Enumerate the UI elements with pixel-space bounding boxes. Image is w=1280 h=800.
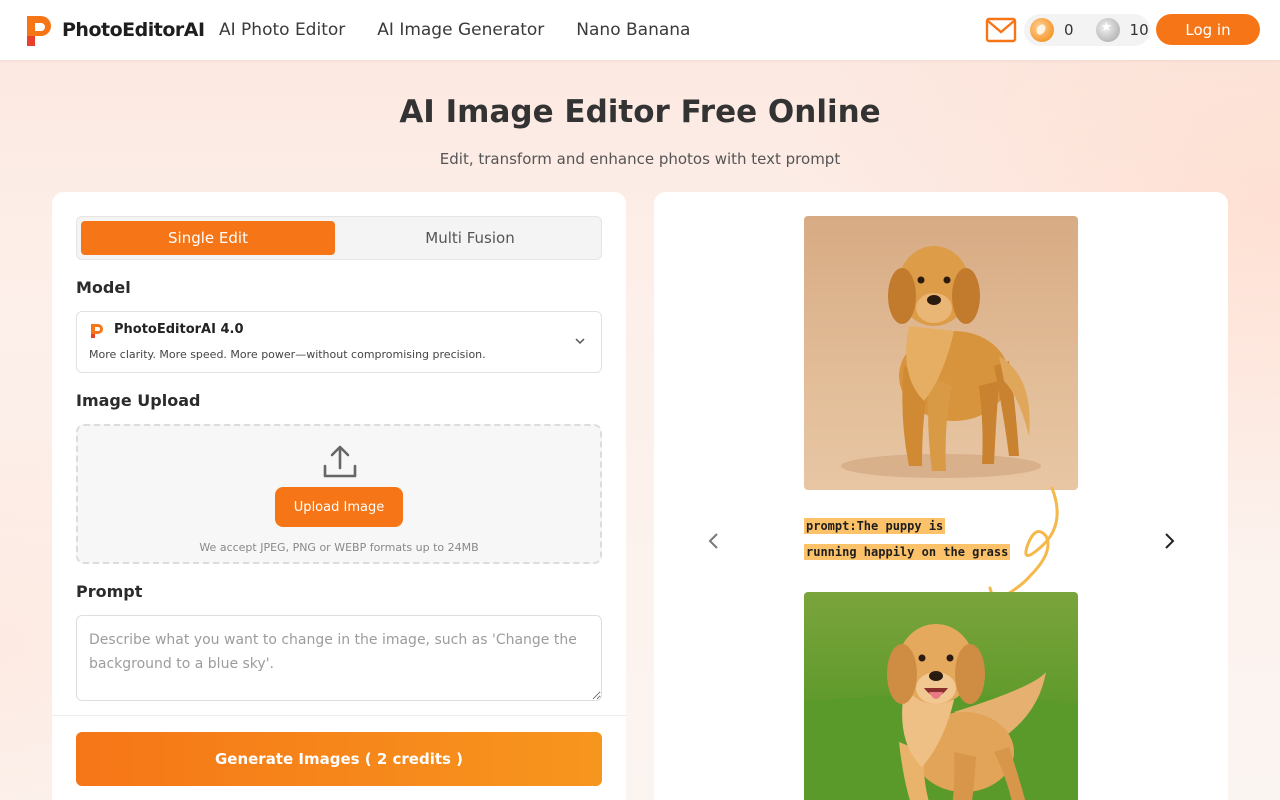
nav-ai-photo-editor[interactable]: AI Photo Editor [219, 20, 345, 40]
mode-tabs: Single Edit Multi Fusion [76, 216, 602, 260]
main-nav: AI Photo Editor AI Image Generator Nano … [219, 0, 722, 60]
brand-name: PhotoEditorAI [62, 19, 205, 41]
curved-arrow-icon [988, 486, 1059, 604]
mail-icon[interactable] [985, 14, 1017, 46]
next-arrow-icon[interactable] [1161, 531, 1177, 551]
divider [52, 715, 626, 716]
page-subtitle: Edit, transform and enhance photos with … [439, 150, 841, 168]
model-select[interactable]: PhotoEditorAI 4.0 More clarity. More spe… [76, 311, 602, 373]
model-label: Model [76, 278, 131, 297]
generate-images-button[interactable]: Generate Images ( 2 credits ) [76, 732, 602, 786]
gold-credit-count: 0 [1064, 21, 1074, 39]
logo-icon [27, 16, 51, 46]
example-showcase-panel: prompt:The puppy is running happily on t… [654, 192, 1228, 800]
upload-image-button[interactable]: Upload Image [275, 487, 403, 527]
example-prompt-line-1: prompt:The puppy is [804, 518, 946, 534]
prompt-label: Prompt [76, 582, 143, 601]
editor-panel: Single Edit Multi Fusion Model PhotoEdit… [52, 192, 626, 800]
credits-display: 0 10 [1024, 14, 1150, 46]
tab-single-edit[interactable]: Single Edit [81, 221, 335, 255]
silver-credit-count: 10 [1129, 21, 1149, 39]
upload-dropzone[interactable]: Upload Image We accept JPEG, PNG or WEBP… [76, 424, 602, 564]
example-after-image [804, 592, 1078, 800]
example-prompt-line-2: running happily on the grass [804, 544, 1011, 560]
nav-nano-banana[interactable]: Nano Banana [576, 20, 690, 40]
upload-format-note: We accept JPEG, PNG or WEBP formats up t… [199, 541, 479, 554]
model-description: More clarity. More speed. More power—wit… [89, 348, 486, 361]
gold-credits: 0 [1024, 14, 1074, 46]
top-header: PhotoEditorAI AI Photo Editor AI Image G… [0, 0, 1280, 60]
silver-coin-icon [1095, 18, 1120, 42]
page-title: AI Image Editor Free Online [399, 94, 881, 130]
upload-icon [323, 445, 357, 478]
nav-ai-image-generator[interactable]: AI Image Generator [377, 20, 544, 40]
prompt-input[interactable] [76, 615, 602, 701]
example-before-image [804, 216, 1078, 490]
chevron-down-icon [575, 338, 585, 345]
image-upload-label: Image Upload [76, 391, 201, 410]
brand-logo[interactable]: PhotoEditorAI [24, 12, 205, 48]
model-name: PhotoEditorAI 4.0 [114, 322, 244, 337]
silver-credits: 10 [1090, 14, 1149, 46]
tab-multi-fusion[interactable]: Multi Fusion [343, 221, 597, 255]
model-logo-icon [91, 324, 103, 338]
login-button[interactable]: Log in [1156, 14, 1260, 45]
previous-arrow-icon[interactable] [706, 531, 722, 551]
gold-coin-icon [1030, 18, 1054, 42]
